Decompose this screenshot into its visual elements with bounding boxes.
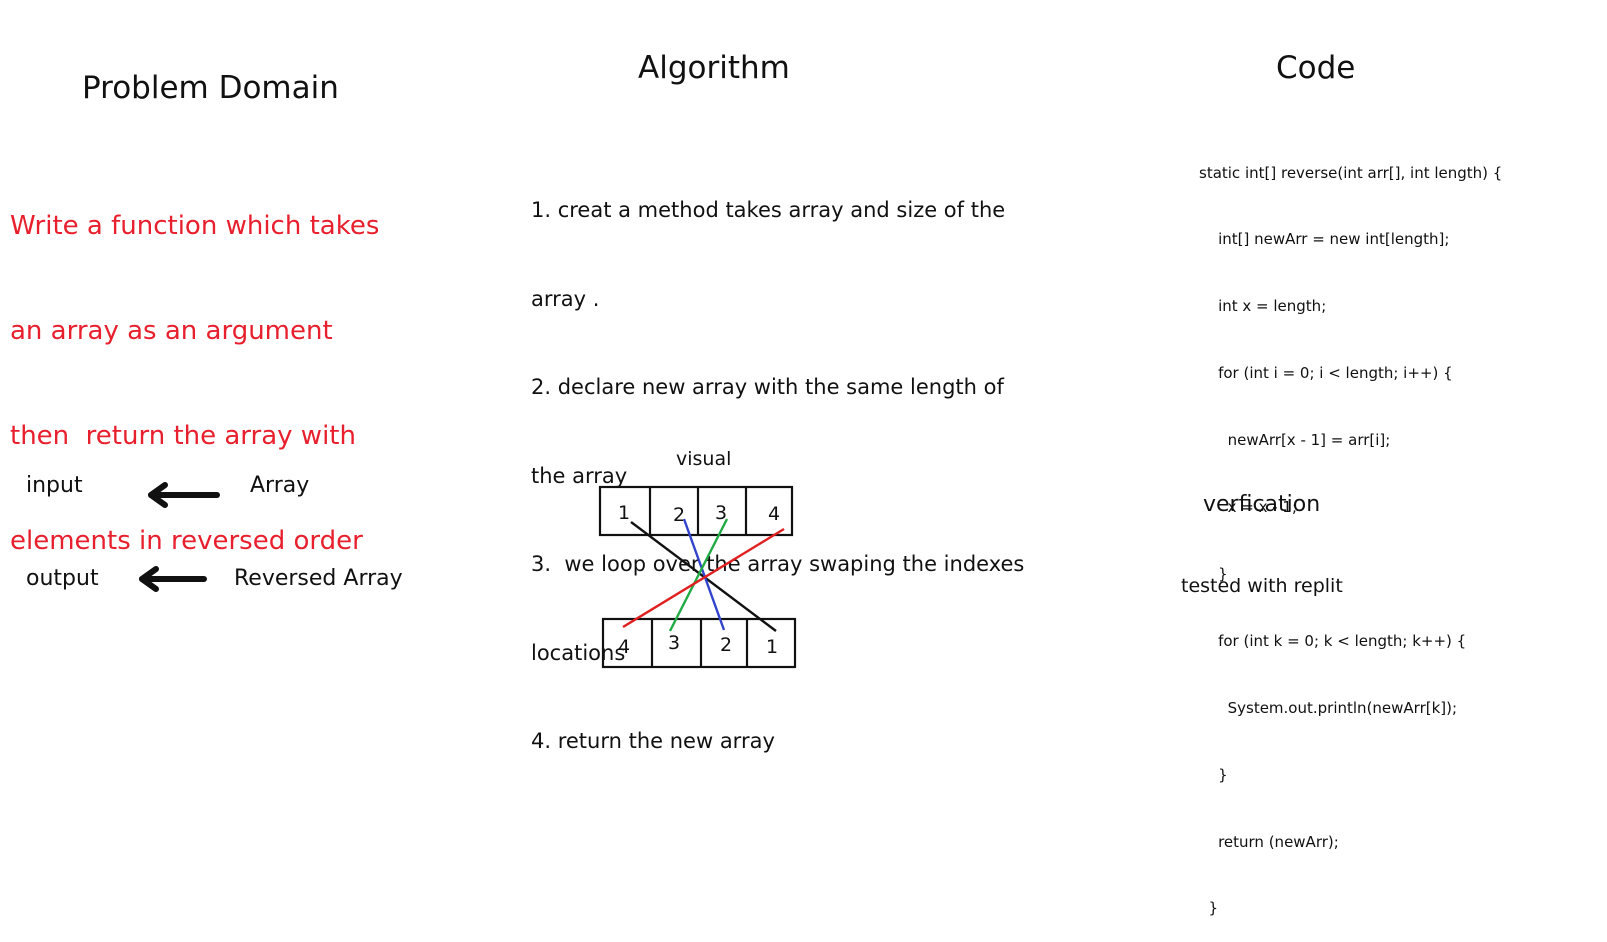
- code-title: Code: [1276, 50, 1356, 86]
- code-line: int[] newArr = new int[length];: [1199, 230, 1450, 249]
- problem-statement: Write a function which takes an array as…: [10, 139, 379, 594]
- algorithm-line: 2. declare new array with the same lengt…: [531, 375, 1004, 399]
- algorithm-line: array .: [531, 286, 600, 311]
- output-label: output: [26, 566, 99, 591]
- code-line: int x = length;: [1199, 297, 1327, 316]
- left-arrow-icon: [139, 566, 207, 592]
- bottom-cell: 2: [720, 634, 732, 656]
- code-line: for (int k = 0; k < length; k++) {: [1199, 631, 1467, 650]
- code-line: return (newArr);: [1199, 832, 1339, 851]
- problem-line: an array as an argument: [10, 316, 333, 346]
- top-cell: 2: [673, 504, 685, 526]
- problem-line: Write a function which takes: [10, 211, 380, 241]
- left-arrow-icon: [148, 482, 220, 508]
- bottom-cell: 4: [618, 636, 630, 658]
- top-cell: 1: [618, 502, 630, 524]
- top-cell: 4: [768, 503, 780, 525]
- map-line-4: [622, 527, 785, 629]
- problem-line: then return the array with: [10, 421, 356, 451]
- algorithm-line: 4. return the new array: [531, 729, 775, 753]
- algorithm-line: 1. creat a method takes array and size o…: [531, 198, 1006, 222]
- problem-domain-title: Problem Domain: [82, 70, 339, 106]
- algorithm-title: Algorithm: [638, 50, 790, 86]
- input-value: Array: [250, 473, 310, 498]
- output-value: Reversed Array: [234, 566, 403, 591]
- code-line: static int[] reverse(int arr[], int leng…: [1199, 163, 1503, 182]
- code-line: }: [1199, 765, 1228, 784]
- top-cell: 3: [715, 502, 727, 524]
- input-label: input: [26, 473, 83, 498]
- bottom-cell: 1: [766, 636, 778, 658]
- code-block: static int[] reverse(int arr[], int leng…: [1199, 117, 1502, 942]
- algorithm-steps: 1. creat a method takes array and size o…: [531, 137, 1024, 786]
- verification-note: tested with replit: [1181, 575, 1343, 597]
- verification-title: verfication: [1203, 492, 1321, 517]
- problem-line: elements in reversed order: [10, 526, 363, 556]
- code-line: newArr[x - 1] = arr[i];: [1199, 431, 1391, 450]
- bottom-cell: 3: [668, 632, 680, 654]
- visual-label: visual: [676, 448, 732, 470]
- code-line: }: [1199, 899, 1219, 918]
- reverse-visual-diagram: 1 2 3 4 4 3 2 1: [598, 485, 797, 669]
- code-line: System.out.println(newArr[k]);: [1199, 698, 1458, 717]
- code-line: for (int i = 0; i < length; i++) {: [1199, 364, 1453, 383]
